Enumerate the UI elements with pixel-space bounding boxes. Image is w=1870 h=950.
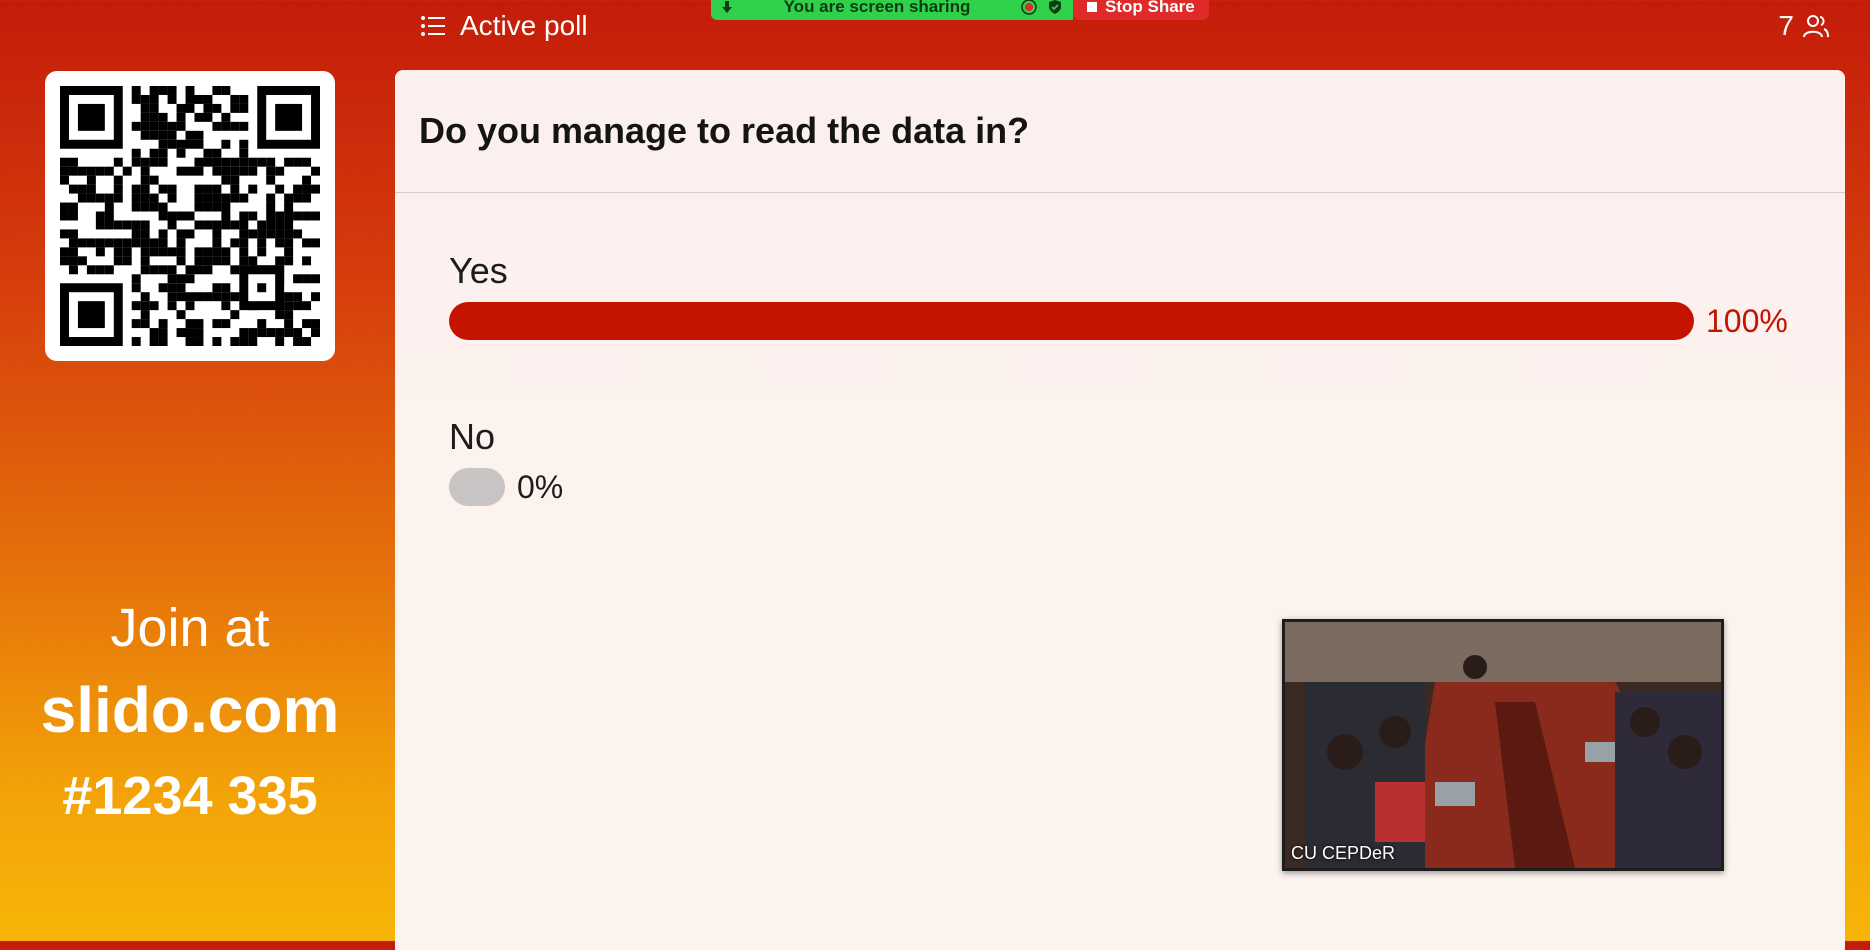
stop-icon [1087, 2, 1097, 12]
option-label: Yes [449, 250, 508, 291]
qr-code-icon [60, 86, 320, 346]
event-code-text: #1234 335 [62, 766, 318, 826]
participant-video-tile[interactable]: CU CEPDeR [1282, 619, 1724, 871]
shield-check-icon[interactable] [1047, 0, 1063, 15]
join-info: Join at slido.com #1234 335 [0, 590, 380, 838]
option-bar-track [449, 302, 1694, 340]
poll-option-no: No 0% [449, 416, 1829, 506]
option-bar-fill [449, 468, 505, 506]
participants-count[interactable]: 7 [1778, 10, 1830, 42]
stop-share-label: Stop Share [1105, 0, 1195, 16]
option-bar-track [449, 468, 505, 506]
divider [395, 192, 1845, 193]
join-at-text: Join at [110, 598, 270, 658]
top-bar: Active poll You are screen sharing Stop … [0, 0, 1870, 58]
active-poll-title: Active poll [460, 10, 588, 41]
screen-share-status: You are screen sharing [711, 0, 1073, 20]
screen-share-bar: You are screen sharing Stop Share [711, 0, 1209, 20]
option-bar-row: 0% [449, 468, 1829, 506]
active-poll-menu[interactable]: Active poll [420, 10, 588, 42]
option-percent: 0% [517, 468, 564, 505]
list-icon [421, 16, 445, 36]
qr-code-card [45, 71, 335, 361]
join-url-text: slido.com [40, 674, 340, 746]
arrow-down-icon[interactable] [721, 1, 733, 13]
poll-option-yes: Yes 100% [449, 250, 1829, 340]
option-label: No [449, 416, 496, 457]
video-participant-name: CU CEPDeR [1291, 843, 1396, 863]
participant-count-text: 7 [1778, 10, 1794, 41]
screen-share-status-text: You are screen sharing [783, 0, 971, 16]
stop-share-button[interactable]: Stop Share [1073, 0, 1209, 20]
option-percent: 100% [1706, 302, 1788, 339]
users-icon [1803, 15, 1829, 38]
video-feed-image [1285, 622, 1721, 868]
record-icon[interactable] [1021, 0, 1037, 15]
option-bar-row: 100% [449, 302, 1829, 340]
poll-question: Do you manage to read the data in? [419, 110, 1030, 151]
option-bar-fill [449, 302, 1694, 340]
